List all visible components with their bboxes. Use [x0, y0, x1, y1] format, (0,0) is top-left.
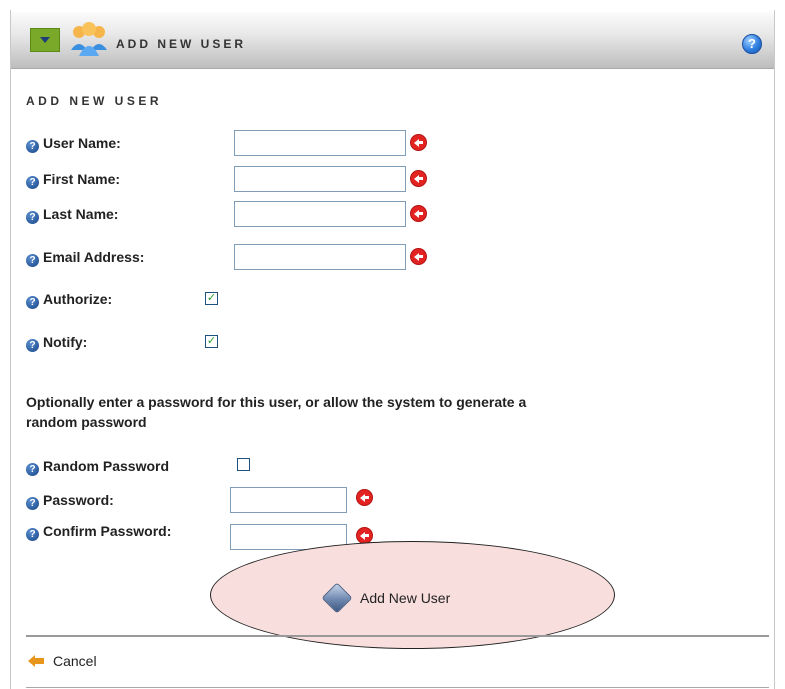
notify-label-text: Notify: [43, 334, 88, 350]
question-icon[interactable]: ? [26, 176, 39, 189]
firstname-input[interactable] [234, 166, 406, 192]
password-note: Optionally enter a password for this use… [26, 394, 527, 430]
firstname-label-text: First Name: [43, 171, 121, 187]
notify-checkbox[interactable]: ✓ [205, 335, 218, 348]
required-arrow-icon [410, 248, 427, 265]
question-icon[interactable]: ? [26, 339, 39, 352]
required-arrow-icon [356, 489, 373, 506]
confirm-password-label: ? Confirm Password: [26, 522, 171, 541]
lastname-input[interactable] [234, 201, 406, 227]
divider [26, 635, 769, 637]
question-icon[interactable]: ? [26, 254, 39, 267]
header-bar: ADD NEW USER ? [11, 12, 774, 69]
username-input[interactable] [234, 130, 406, 156]
confirm-password-label-text: Confirm Password: [43, 523, 172, 539]
email-label-text: Email Address: [43, 249, 145, 265]
username-label: ? User Name: [26, 134, 121, 153]
add-new-user-label: Add New User [360, 590, 451, 606]
lastname-label: ? Last Name: [26, 205, 118, 224]
menu-dropdown-button[interactable] [30, 28, 60, 52]
random-password-label-text: Random Password [43, 458, 170, 474]
users-icon [71, 22, 107, 56]
password-label: ? Password: [26, 491, 114, 510]
bottom-border [26, 687, 769, 688]
required-arrow-icon [410, 205, 427, 222]
add-user-icon [321, 582, 353, 614]
password-label-text: Password: [43, 492, 114, 508]
question-icon[interactable]: ? [26, 528, 39, 541]
panel-border-right [774, 10, 775, 689]
required-arrow-icon [410, 170, 427, 187]
question-icon[interactable]: ? [26, 211, 39, 224]
required-arrow-icon [410, 134, 427, 151]
notify-label: ? Notify: [26, 333, 87, 352]
question-icon[interactable]: ? [26, 140, 39, 153]
cancel-button[interactable]: Cancel [28, 653, 97, 669]
add-new-user-button[interactable]: Add New User [321, 582, 451, 614]
authorize-label: ? Authorize: [26, 290, 112, 309]
cancel-label: Cancel [53, 653, 97, 669]
random-password-label: ? Random Password [26, 457, 169, 476]
question-icon[interactable]: ? [26, 497, 39, 510]
panel-border-left [10, 10, 11, 689]
password-input[interactable] [230, 487, 347, 513]
question-icon[interactable]: ? [26, 296, 39, 309]
random-password-checkbox[interactable] [237, 458, 250, 471]
authorize-checkbox[interactable]: ✓ [205, 292, 218, 305]
header-title: ADD NEW USER [116, 37, 247, 51]
help-icon[interactable]: ? [742, 34, 762, 54]
email-input[interactable] [234, 244, 406, 270]
firstname-label: ? First Name: [26, 170, 120, 189]
section-title: ADD NEW USER [26, 94, 163, 108]
back-arrow-icon [28, 654, 44, 668]
question-icon[interactable]: ? [26, 463, 39, 476]
lastname-label-text: Last Name: [43, 206, 119, 222]
username-label-text: User Name: [43, 135, 121, 151]
authorize-label-text: Authorize: [43, 291, 113, 307]
email-label: ? Email Address: [26, 248, 144, 267]
